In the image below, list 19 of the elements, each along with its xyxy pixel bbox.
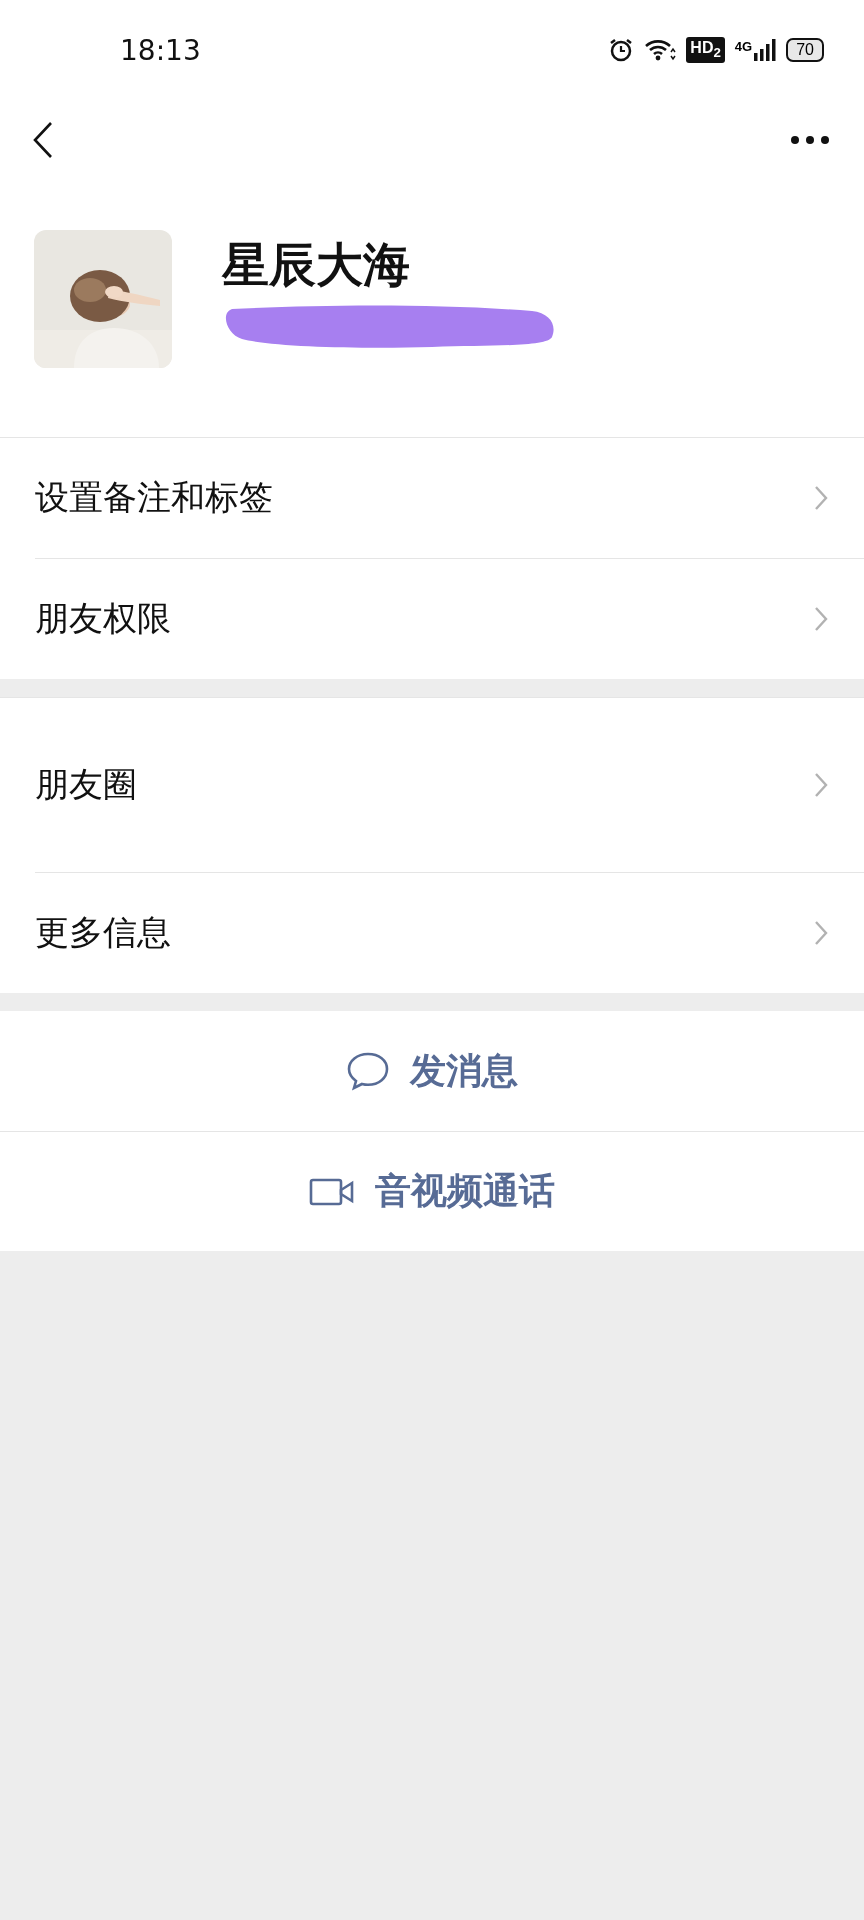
more-icon[interactable] bbox=[790, 135, 830, 145]
menu-item[interactable]: 设置备注和标签 bbox=[35, 438, 864, 558]
menu-item[interactable]: 更多信息 bbox=[35, 872, 864, 993]
chevron-icon bbox=[814, 485, 828, 511]
hd-badge: HD$_{2}$ bbox=[686, 37, 725, 63]
chevron-icon bbox=[814, 606, 828, 632]
network-label: 4G bbox=[734, 39, 753, 54]
chevron-icon bbox=[814, 920, 828, 946]
menu-item[interactable]: 朋友圈 bbox=[35, 698, 864, 872]
menu-item[interactable]: 朋友权限 bbox=[35, 558, 864, 679]
back-icon[interactable] bbox=[32, 121, 54, 159]
video-camera-icon bbox=[309, 1176, 355, 1207]
wifi-icon bbox=[644, 37, 677, 63]
battery-indicator: 70 bbox=[786, 38, 824, 62]
contact-name: 星辰大海 bbox=[222, 235, 411, 294]
signal-icon bbox=[754, 37, 777, 63]
chevron-icon bbox=[814, 772, 828, 798]
chat-bubble-icon bbox=[346, 1051, 390, 1091]
status-time: 18:13 bbox=[120, 33, 201, 67]
